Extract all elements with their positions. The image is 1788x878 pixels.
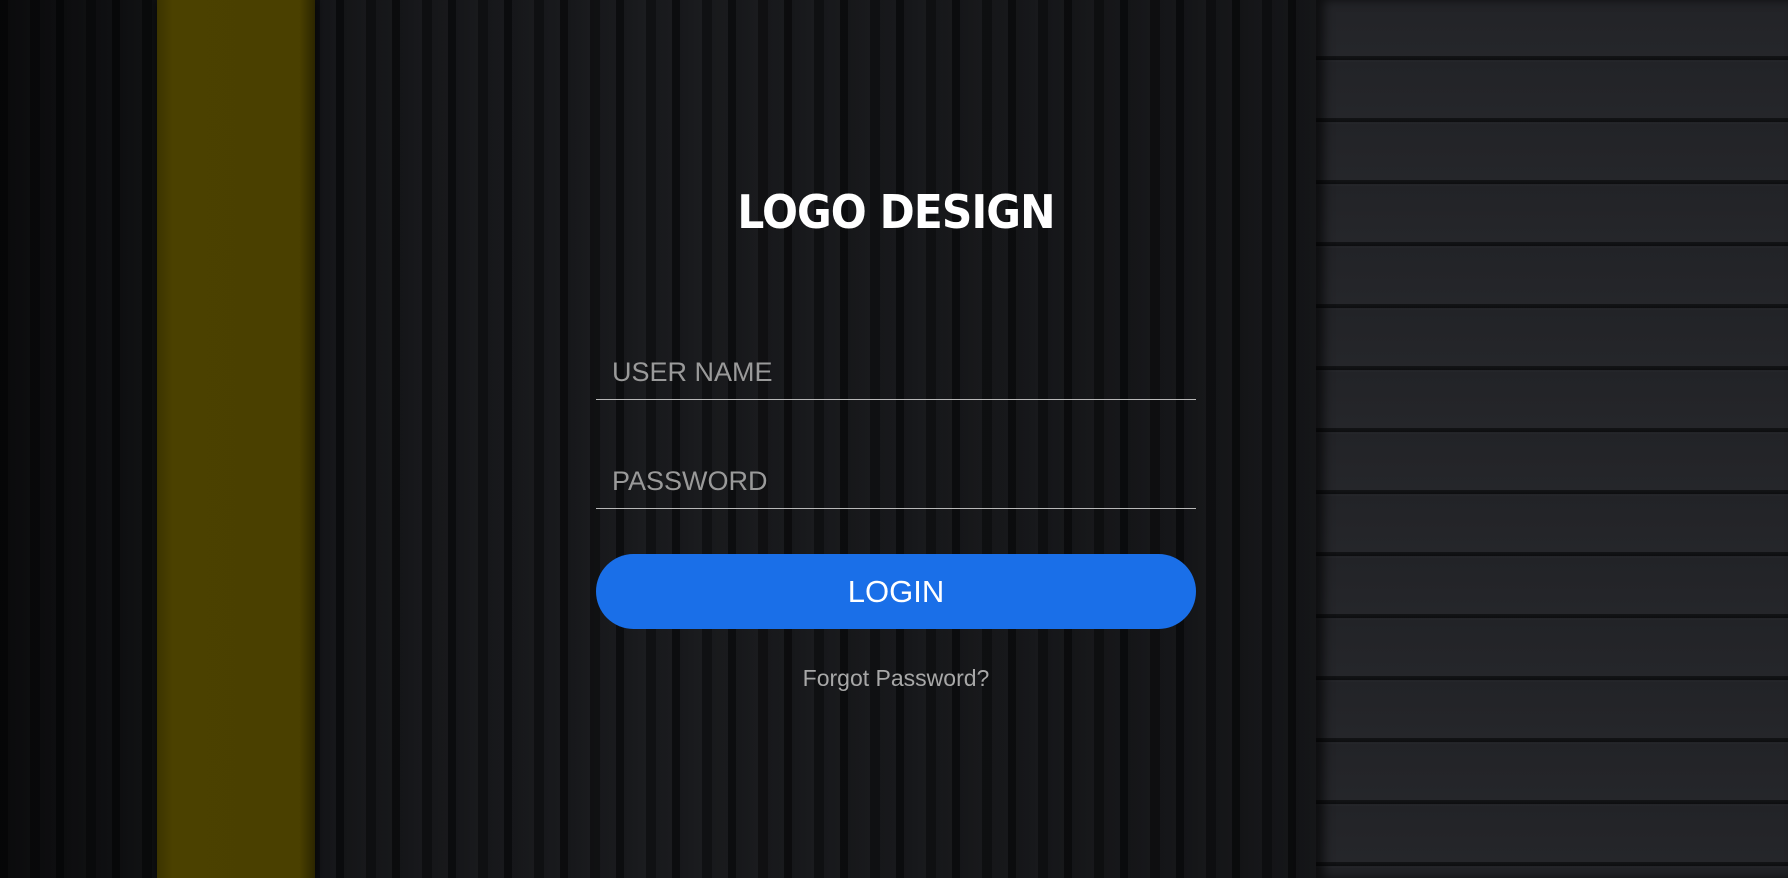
username-field-wrapper (596, 329, 1196, 400)
background-yellow-stripe (157, 0, 315, 878)
forgot-password-link[interactable]: Forgot Password? (803, 665, 990, 692)
login-form: LOGO DESIGN LOGIN Forgot Password? (596, 170, 1196, 692)
background-siding (1316, 0, 1788, 878)
password-field-wrapper (596, 438, 1196, 509)
password-input[interactable] (596, 438, 1196, 508)
login-button[interactable]: LOGIN (596, 554, 1196, 629)
username-input[interactable] (596, 329, 1196, 399)
logo-title: LOGO DESIGN (737, 185, 1055, 239)
